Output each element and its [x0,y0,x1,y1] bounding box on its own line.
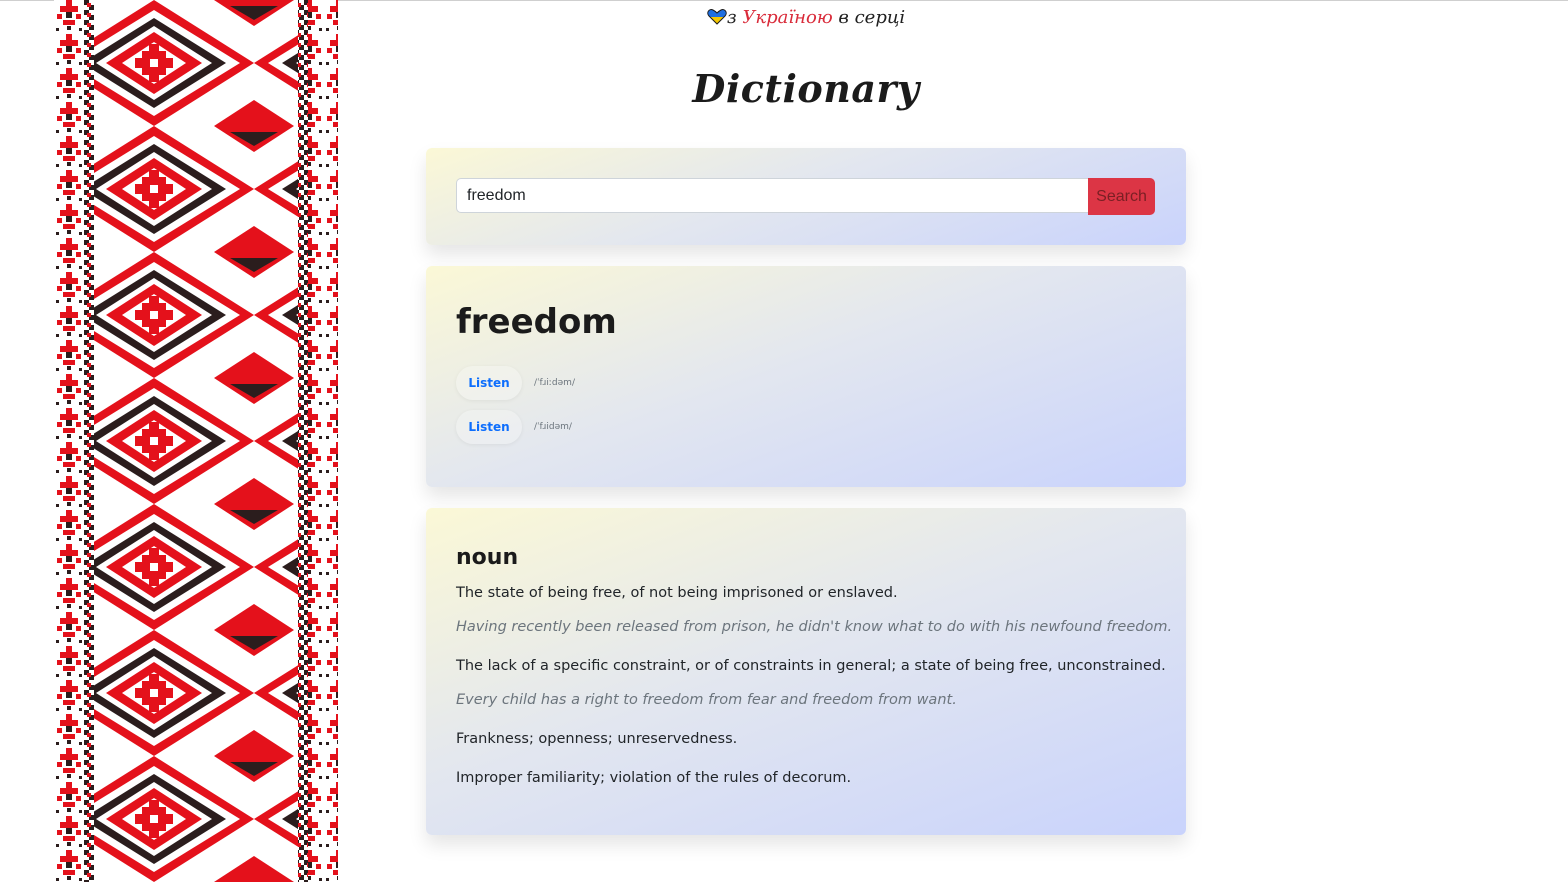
word-card: freedom Listen /ˈfɹiːdəm/ Listen /ˈfɹidə… [426,266,1186,487]
search-form: Search [456,178,1155,215]
phonetic-text: /ˈfɹidəm/ [534,422,572,432]
part-of-speech: noun [456,545,519,570]
page-title: Dictionary [692,66,920,111]
definition-text: The lack of a specific constraint, or of… [456,658,1166,674]
ukraine-heart-icon [707,9,727,25]
definition-text: Improper familiarity; violation of the r… [456,770,852,786]
search-card: Search [426,148,1186,245]
definition-example: Every child has a right to freedom from … [456,692,957,708]
phonetic-row: Listen /ˈfɹidəm/ [456,410,572,444]
listen-button[interactable]: Listen [456,366,522,400]
support-ukraine-banner: з Україною в серці [0,7,1568,28]
embroidery-ornament [54,0,338,882]
meaning-card: noun The state of being free, of not bei… [426,508,1186,835]
search-button[interactable]: Search [1088,178,1155,215]
phonetic-text: /ˈfɹiːdəm/ [534,378,575,388]
definition-text: Frankness; openness; unreservedness. [456,731,738,747]
banner-prefix: з [726,7,743,28]
phonetic-row: Listen /ˈfɹiːdəm/ [456,366,575,400]
search-input[interactable] [456,178,1088,213]
definition-example: Having recently been released from priso… [456,619,1173,635]
listen-button[interactable]: Listen [456,410,522,444]
banner-suffix: в серці [832,7,906,28]
banner-country: Україною [742,7,833,28]
word-heading: freedom [456,302,617,342]
definition-text: The state of being free, of not being im… [456,585,898,601]
